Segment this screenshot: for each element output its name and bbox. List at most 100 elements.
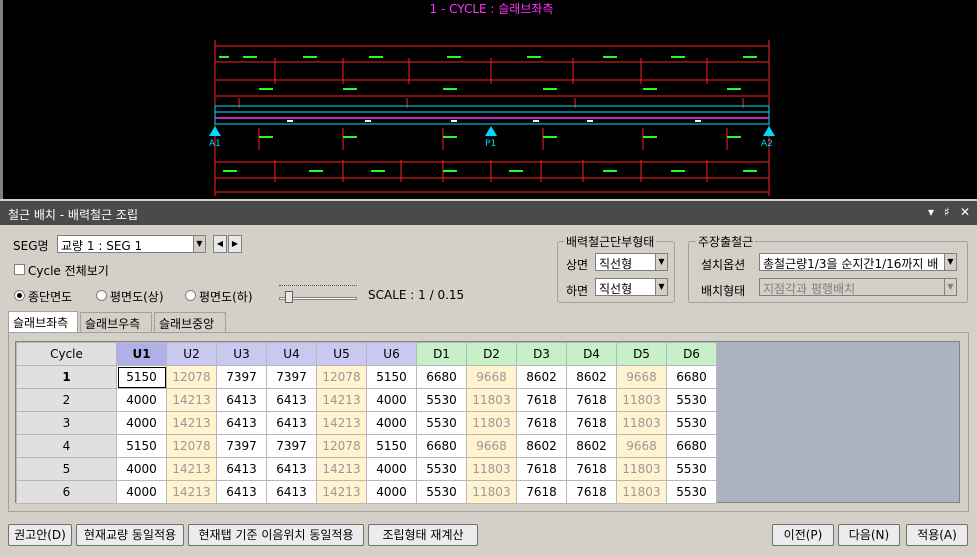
table-cell[interactable]: 8602 — [566, 365, 617, 389]
column-header[interactable]: U1 — [116, 342, 167, 366]
table-cell[interactable]: 4000 — [116, 411, 167, 435]
column-header[interactable]: U6 — [366, 342, 417, 366]
table-cell[interactable]: 5150 — [116, 365, 167, 389]
table-cell[interactable]: 5530 — [666, 388, 717, 412]
table-cell[interactable]: 12078 — [316, 434, 367, 458]
column-header[interactable]: U5 — [316, 342, 367, 366]
table-cell[interactable]: 7397 — [216, 434, 267, 458]
table-cell[interactable]: 9668 — [616, 434, 667, 458]
table-cell[interactable]: 6413 — [216, 480, 267, 504]
row-header[interactable]: 4 — [16, 434, 117, 458]
bottom-face-select[interactable]: 직선형 ▼ — [595, 278, 668, 296]
view-radio-plan-top[interactable] — [96, 290, 107, 301]
seg-prev-button[interactable]: ◀ — [213, 235, 227, 253]
table-cell[interactable]: 7618 — [516, 388, 567, 412]
panel-menu-icon[interactable]: ▾ — [928, 205, 934, 219]
table-cell[interactable]: 9668 — [616, 365, 667, 389]
next-button[interactable]: 다음(N) — [838, 524, 900, 546]
table-cell[interactable]: 14213 — [166, 411, 217, 435]
table-cell[interactable]: 5530 — [666, 457, 717, 481]
table-cell[interactable]: 6680 — [666, 365, 717, 389]
seg-select[interactable]: 교량 1 : SEG 1 ▼ — [57, 235, 206, 253]
table-cell[interactable]: 7618 — [516, 457, 567, 481]
column-header[interactable]: U4 — [266, 342, 317, 366]
table-cell[interactable]: 14213 — [166, 388, 217, 412]
table-cell[interactable]: 7397 — [266, 434, 317, 458]
recalculate-button[interactable]: 조립형태 재계산 — [368, 524, 478, 546]
apply-button[interactable]: 적용(A) — [906, 524, 968, 546]
row-header[interactable]: 1 — [16, 365, 117, 389]
table-cell[interactable]: 7618 — [566, 480, 617, 504]
table-cell[interactable]: 6680 — [666, 434, 717, 458]
slider-thumb[interactable] — [285, 291, 293, 303]
table-cell[interactable]: 11803 — [616, 388, 667, 412]
table-cell[interactable]: 6680 — [416, 365, 467, 389]
table-cell[interactable]: 5530 — [416, 480, 467, 504]
top-face-select[interactable]: 직선형 ▼ — [595, 253, 668, 271]
table-cell[interactable]: 7397 — [266, 365, 317, 389]
table-cell[interactable]: 11803 — [616, 411, 667, 435]
table-cell[interactable]: 5530 — [666, 411, 717, 435]
table-cell[interactable]: 11803 — [616, 457, 667, 481]
table-cell[interactable]: 4000 — [366, 411, 417, 435]
table-cell[interactable]: 6413 — [266, 457, 317, 481]
column-header[interactable]: D6 — [666, 342, 717, 366]
table-cell[interactable]: 11803 — [466, 411, 517, 435]
cycle-all-checkbox[interactable] — [14, 264, 25, 275]
seg-next-button[interactable]: ▶ — [228, 235, 242, 253]
table-cell[interactable]: 11803 — [466, 388, 517, 412]
close-icon[interactable]: ✕ — [960, 205, 970, 219]
table-cell[interactable]: 5150 — [366, 434, 417, 458]
row-header[interactable]: 3 — [16, 411, 117, 435]
table-cell[interactable]: 5530 — [416, 388, 467, 412]
table-cell[interactable]: 7618 — [516, 480, 567, 504]
table-cell[interactable]: 14213 — [316, 480, 367, 504]
view-radio-section[interactable] — [14, 290, 25, 301]
table-cell[interactable]: 6413 — [266, 411, 317, 435]
column-header[interactable]: D3 — [516, 342, 567, 366]
column-header[interactable]: D4 — [566, 342, 617, 366]
scale-slider[interactable] — [279, 285, 359, 303]
table-cell[interactable]: 11803 — [616, 480, 667, 504]
table-cell[interactable]: 14213 — [316, 388, 367, 412]
table-cell[interactable]: 5530 — [666, 480, 717, 504]
table-cell[interactable]: 11803 — [466, 480, 517, 504]
table-cell[interactable]: 6413 — [266, 388, 317, 412]
table-cell[interactable]: 4000 — [366, 457, 417, 481]
column-header[interactable]: D1 — [416, 342, 467, 366]
table-cell[interactable]: 14213 — [316, 457, 367, 481]
column-header[interactable]: D5 — [616, 342, 667, 366]
view-radio-plan-bottom[interactable] — [185, 290, 196, 301]
tab-slab-center[interactable]: 슬래브중앙 — [154, 312, 226, 332]
table-cell[interactable]: 5530 — [416, 457, 467, 481]
tab-slab-left[interactable]: 슬래브좌측 — [8, 311, 78, 332]
table-cell[interactable]: 6413 — [216, 388, 267, 412]
row-header[interactable]: 5 — [16, 457, 117, 481]
table-cell[interactable]: 5530 — [416, 411, 467, 435]
table-cell[interactable]: 8602 — [516, 365, 567, 389]
table-cell[interactable]: 7618 — [566, 457, 617, 481]
table-cell[interactable]: 14213 — [166, 457, 217, 481]
table-cell[interactable]: 6413 — [216, 457, 267, 481]
column-header[interactable]: D2 — [466, 342, 517, 366]
column-header[interactable]: U2 — [166, 342, 217, 366]
table-cell[interactable]: 4000 — [116, 480, 167, 504]
table-cell[interactable]: 11803 — [466, 457, 517, 481]
cad-drawing-view[interactable]: 1 - CYCLE : 슬래브좌측 A1 P1 A2 — [0, 0, 977, 199]
tab-slab-right[interactable]: 슬래브우측 — [80, 312, 152, 332]
table-cell[interactable]: 12078 — [316, 365, 367, 389]
table-cell[interactable]: 6413 — [266, 480, 317, 504]
table-cell[interactable]: 6680 — [416, 434, 467, 458]
table-cell[interactable]: 4000 — [366, 480, 417, 504]
table-cell[interactable]: 4000 — [116, 388, 167, 412]
recommend-button[interactable]: 권고안(D) — [8, 524, 72, 546]
table-cell[interactable]: 12078 — [166, 434, 217, 458]
table-cell[interactable]: 6413 — [216, 411, 267, 435]
table-cell[interactable]: 4000 — [116, 457, 167, 481]
table-cell[interactable]: 7618 — [516, 411, 567, 435]
table-cell[interactable]: 8602 — [566, 434, 617, 458]
table-cell[interactable]: 5150 — [116, 434, 167, 458]
apply-tab-splice-button[interactable]: 현재탭 기준 이음위치 동일적용 — [188, 524, 364, 546]
column-header[interactable]: U3 — [216, 342, 267, 366]
table-cell[interactable]: 9668 — [466, 434, 517, 458]
